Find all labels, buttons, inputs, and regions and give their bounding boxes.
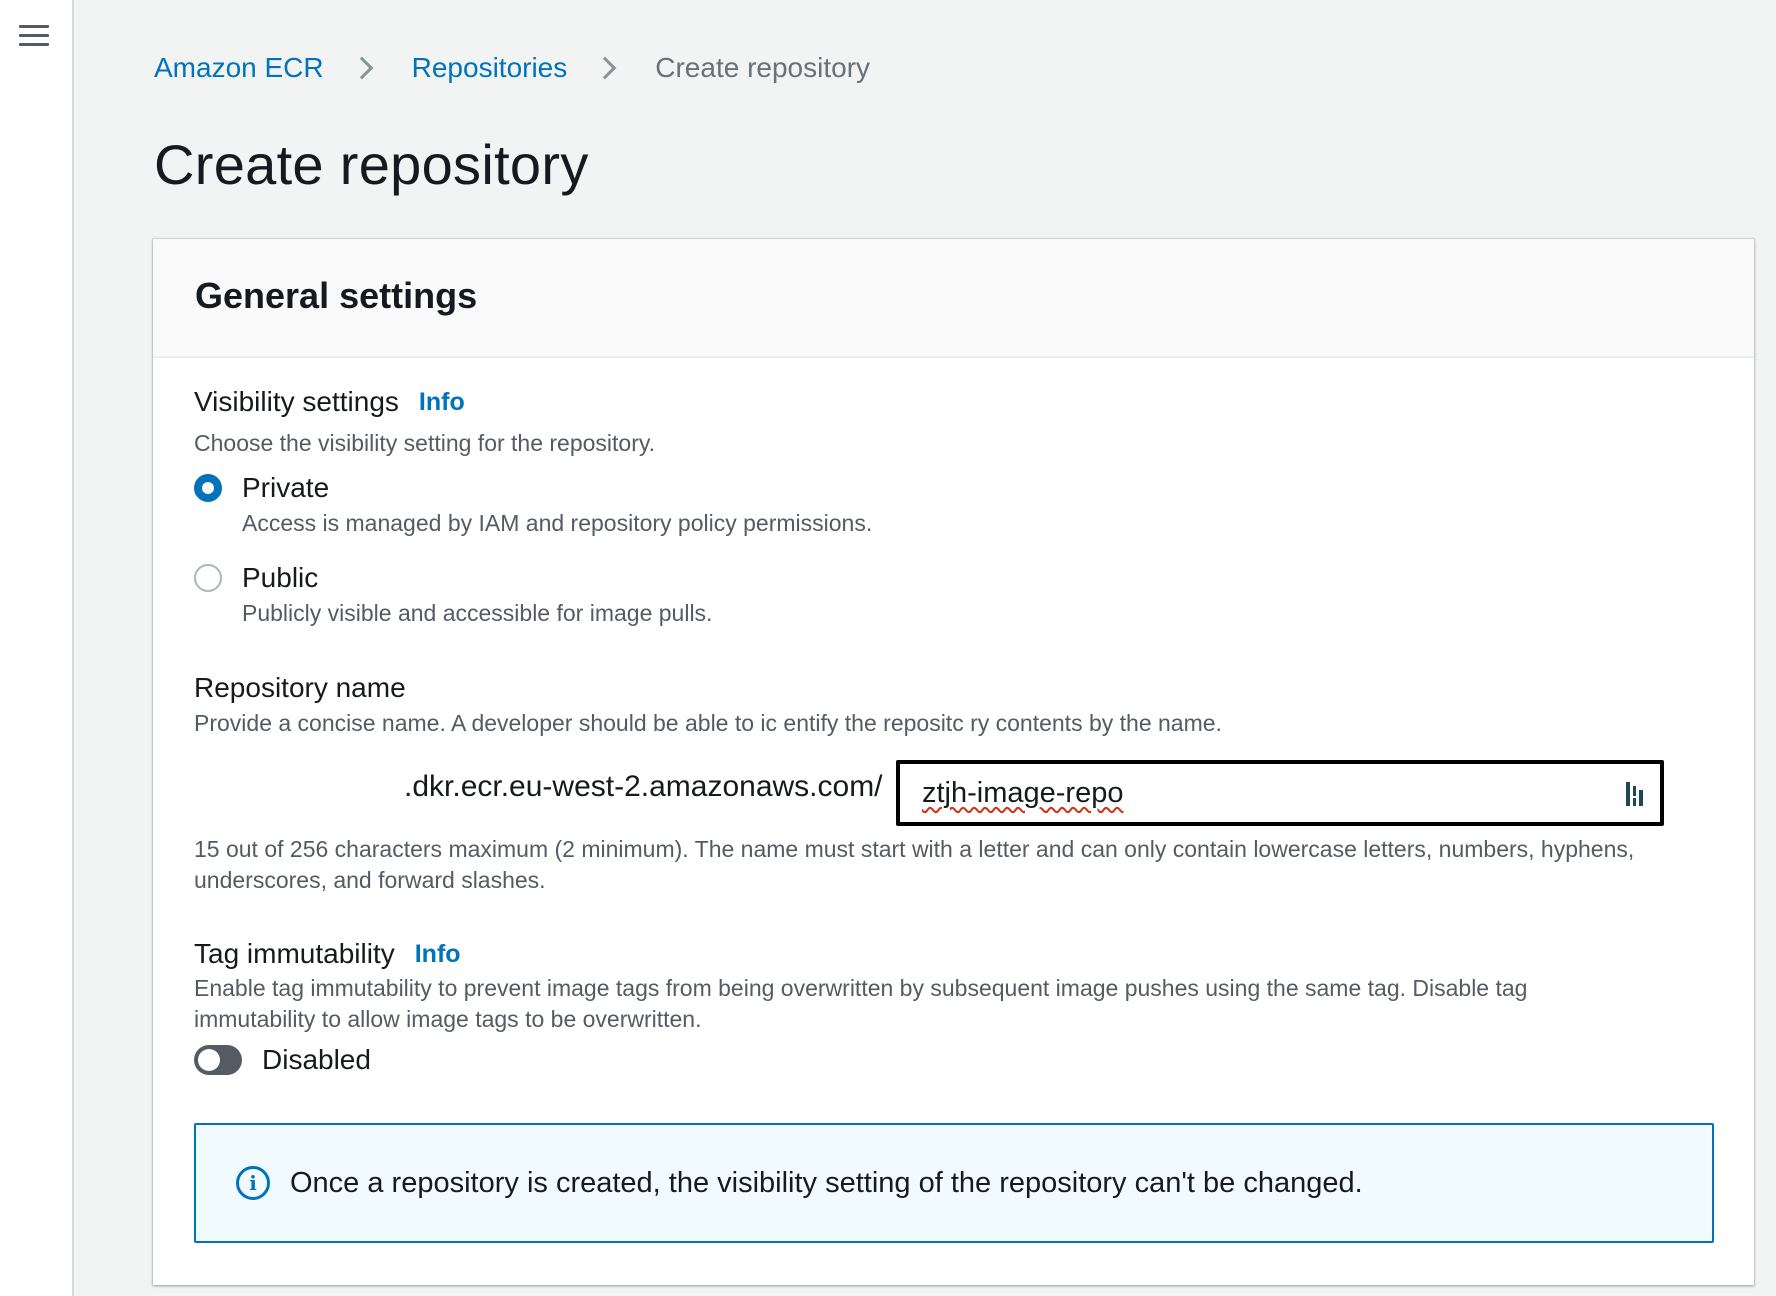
toggle-state-label: Disabled	[262, 1044, 371, 1075]
chevron-right-icon	[593, 56, 617, 80]
visibility-info-link[interactable]: Info	[419, 388, 465, 417]
repository-name-label-text: Repository name	[194, 672, 406, 703]
visibility-settings-label: Visibility settings Info	[194, 386, 465, 418]
side-navigation-rail	[0, 0, 74, 1296]
info-circle-icon: i	[236, 1166, 270, 1200]
tag-immutability-description: Enable tag immutability to prevent image…	[194, 975, 1528, 1032]
panel-title: General settings	[195, 275, 478, 316]
radio-unchecked-icon[interactable]	[194, 564, 222, 592]
breadcrumb-current: Create repository	[655, 52, 871, 83]
repository-name-input[interactable]: ztjh-image-repo	[896, 760, 1664, 826]
tag-immutability-label: Tag immutability Info	[194, 938, 461, 970]
repository-name-constraint: 15 out of 256 characters maximum (2 mini…	[194, 836, 1635, 893]
breadcrumb: Amazon ECR Repositories Create repositor…	[154, 48, 870, 88]
breadcrumb-amazon-ecr[interactable]: Amazon ECR	[154, 52, 324, 84]
menu-icon[interactable]	[19, 23, 49, 49]
repository-name-description: Provide a concise name. A developer shou…	[194, 710, 1222, 736]
repository-name-value: ztjh-image-repo	[922, 776, 1124, 809]
chevron-right-icon	[350, 56, 373, 80]
tag-immutability-toggle-row[interactable]: Disabled	[194, 1044, 371, 1076]
radio-checked-icon[interactable]	[194, 474, 222, 502]
menu-icon-bar	[19, 43, 49, 46]
toggle-switch[interactable]	[194, 1045, 242, 1075]
menu-icon-bar	[19, 34, 49, 37]
radio-description-public: Publicly visible and accessible for imag…	[242, 600, 713, 626]
info-alert: i Once a repository is created, the visi…	[194, 1123, 1714, 1243]
radio-label-private: Private	[242, 472, 330, 503]
tag-immutability-info-link[interactable]: Info	[415, 940, 461, 969]
repository-uri-prefix: .dkr.ecr.eu-west-2.amazonaws.com/	[404, 770, 883, 803]
radio-option-public[interactable]: Public	[194, 562, 318, 594]
breadcrumb-repositories[interactable]: Repositories	[412, 52, 568, 84]
radio-option-private[interactable]: Private	[194, 472, 329, 504]
toggle-knob	[198, 1049, 220, 1071]
password-manager-icon[interactable]	[1624, 780, 1648, 808]
radio-description-private: Access is managed by IAM and repository …	[242, 510, 873, 536]
radio-label-public: Public	[242, 562, 319, 593]
alert-text: Once a repository is created, the visibi…	[290, 1166, 1363, 1199]
page-title: Create repository	[154, 133, 589, 196]
menu-icon-bar	[19, 25, 49, 28]
tag-immutability-label-text: Tag immutability	[194, 938, 395, 969]
visibility-settings-label-text: Visibility settings	[194, 386, 399, 417]
visibility-description: Choose the visibility setting for the re…	[194, 430, 656, 456]
panel-header: General settings	[153, 239, 1754, 358]
repository-name-label: Repository name	[194, 672, 406, 704]
